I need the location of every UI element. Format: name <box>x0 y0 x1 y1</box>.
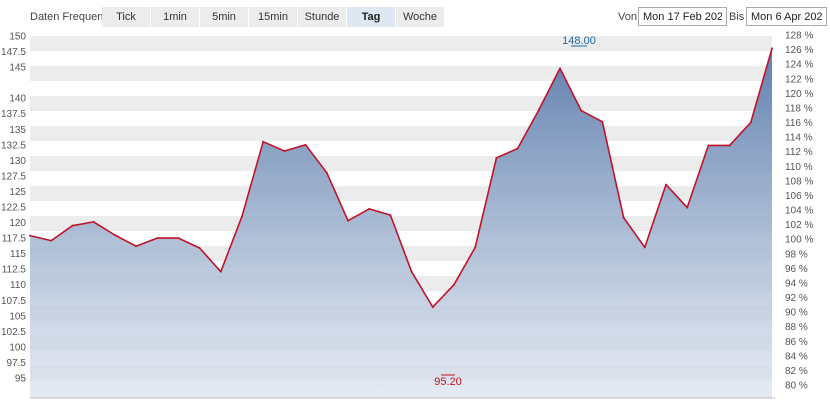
data-point <box>495 156 498 159</box>
data-point <box>241 215 243 218</box>
y-tick-label: 115 <box>10 249 26 260</box>
y2-tick-label: 114 % <box>785 133 813 144</box>
y2-tick-label: 100 % <box>785 235 813 246</box>
y2-tick-label: 88 % <box>785 322 808 333</box>
data-point <box>643 246 646 249</box>
data-point <box>389 214 392 217</box>
high-label: 148.00 <box>562 35 596 47</box>
data-point <box>50 239 53 242</box>
data-point <box>156 237 159 240</box>
y-tick-label: 132.5 <box>1 140 26 151</box>
data-point <box>431 306 434 309</box>
y2-tick-label: 112 % <box>785 147 813 158</box>
y2-tick-label: 106 % <box>785 191 813 202</box>
y2-tick-label: 90 % <box>785 308 808 319</box>
grid-band <box>30 36 772 51</box>
data-point <box>135 245 137 248</box>
data-point <box>537 108 540 111</box>
data-point <box>113 233 116 236</box>
y-axis-left: 95 97.5 100 102.5 105 107.5 110 112.5 115 117.5 12… <box>1 32 26 385</box>
grid-band <box>30 126 772 141</box>
y2-tick-label: 102 % <box>785 220 813 231</box>
data-point <box>622 216 625 219</box>
data-point <box>474 246 477 249</box>
y-axis-right: 80 % 82 % 84 % 86 % 88 % 90 % 92 % 94 % 96 % 98 %… <box>785 31 813 392</box>
low-label: 95.20 <box>434 376 462 388</box>
data-point <box>771 47 773 50</box>
price-chart: 95 97.5 100 102.5 105 107.5 110 112.5 115 117.5 12… <box>1 31 813 399</box>
data-point <box>219 270 222 273</box>
data-point <box>325 171 328 174</box>
y-tick-label: 120 <box>9 218 26 229</box>
data-point <box>410 270 413 273</box>
data-point <box>347 219 349 222</box>
y-tick-label: 150 <box>9 32 26 43</box>
y-tick-label: 135 <box>9 125 26 136</box>
y-tick-label: 102.5 <box>1 327 26 338</box>
y2-tick-label: 124 % <box>785 60 813 71</box>
y-tick-label: 95 <box>15 374 27 385</box>
y2-tick-label: 120 % <box>785 89 813 100</box>
y-tick-label: 137.5 <box>1 109 26 120</box>
data-point <box>516 147 519 150</box>
data-point <box>177 237 180 240</box>
data-point <box>601 120 604 123</box>
y2-tick-label: 118 % <box>785 103 813 114</box>
data-point <box>580 109 583 112</box>
data-point <box>665 183 667 186</box>
y2-tick-label: 98 % <box>785 249 808 260</box>
y2-tick-label: 122 % <box>785 74 813 85</box>
y2-tick-label: 128 % <box>785 31 813 42</box>
y2-tick-label: 94 % <box>785 278 808 289</box>
y-tick-label: 110 <box>10 280 26 291</box>
grid-band <box>30 66 772 81</box>
data-point <box>686 206 689 209</box>
y-tick-label: 122.5 <box>1 203 26 214</box>
y2-tick-label: 84 % <box>785 351 808 362</box>
y-tick-label: 97.5 <box>7 358 27 369</box>
y-tick-label: 100 <box>9 342 26 353</box>
y-tick-label: 125 <box>9 187 26 198</box>
y-tick-label: 117.5 <box>2 234 27 245</box>
y2-tick-label: 82 % <box>785 366 808 377</box>
data-point <box>304 143 307 146</box>
grid-band <box>30 156 772 171</box>
data-point <box>368 207 371 210</box>
data-point <box>283 150 286 153</box>
y2-tick-label: 96 % <box>785 264 808 275</box>
data-point <box>92 220 95 223</box>
y2-tick-label: 110 % <box>785 162 813 173</box>
y-tick-label: 147.5 <box>1 47 26 58</box>
y2-tick-label: 116 % <box>785 118 813 129</box>
y-tick-label: 140 <box>9 94 26 105</box>
y2-tick-label: 126 % <box>785 45 813 56</box>
y-tick-label: 105 <box>9 311 26 322</box>
data-point <box>559 67 561 70</box>
y2-tick-label: 108 % <box>785 176 813 187</box>
y-tick-label: 107.5 <box>1 296 26 307</box>
y2-tick-label: 86 % <box>785 337 808 348</box>
data-point <box>262 140 265 143</box>
data-point <box>198 247 201 250</box>
data-point <box>29 234 31 237</box>
y-tick-label: 130 <box>9 156 26 167</box>
data-point <box>71 224 74 227</box>
data-point <box>453 283 455 286</box>
data-point <box>749 121 752 124</box>
data-point <box>728 144 731 147</box>
y-tick-label: 127.5 <box>1 171 26 182</box>
grid-band <box>30 96 772 111</box>
y2-tick-label: 104 % <box>785 206 813 217</box>
y-tick-label: 112.5 <box>2 265 27 276</box>
data-point <box>707 144 710 147</box>
y2-tick-label: 92 % <box>785 293 808 304</box>
y-tick-label: 145 <box>9 63 26 74</box>
y2-tick-label: 80 % <box>785 381 808 392</box>
